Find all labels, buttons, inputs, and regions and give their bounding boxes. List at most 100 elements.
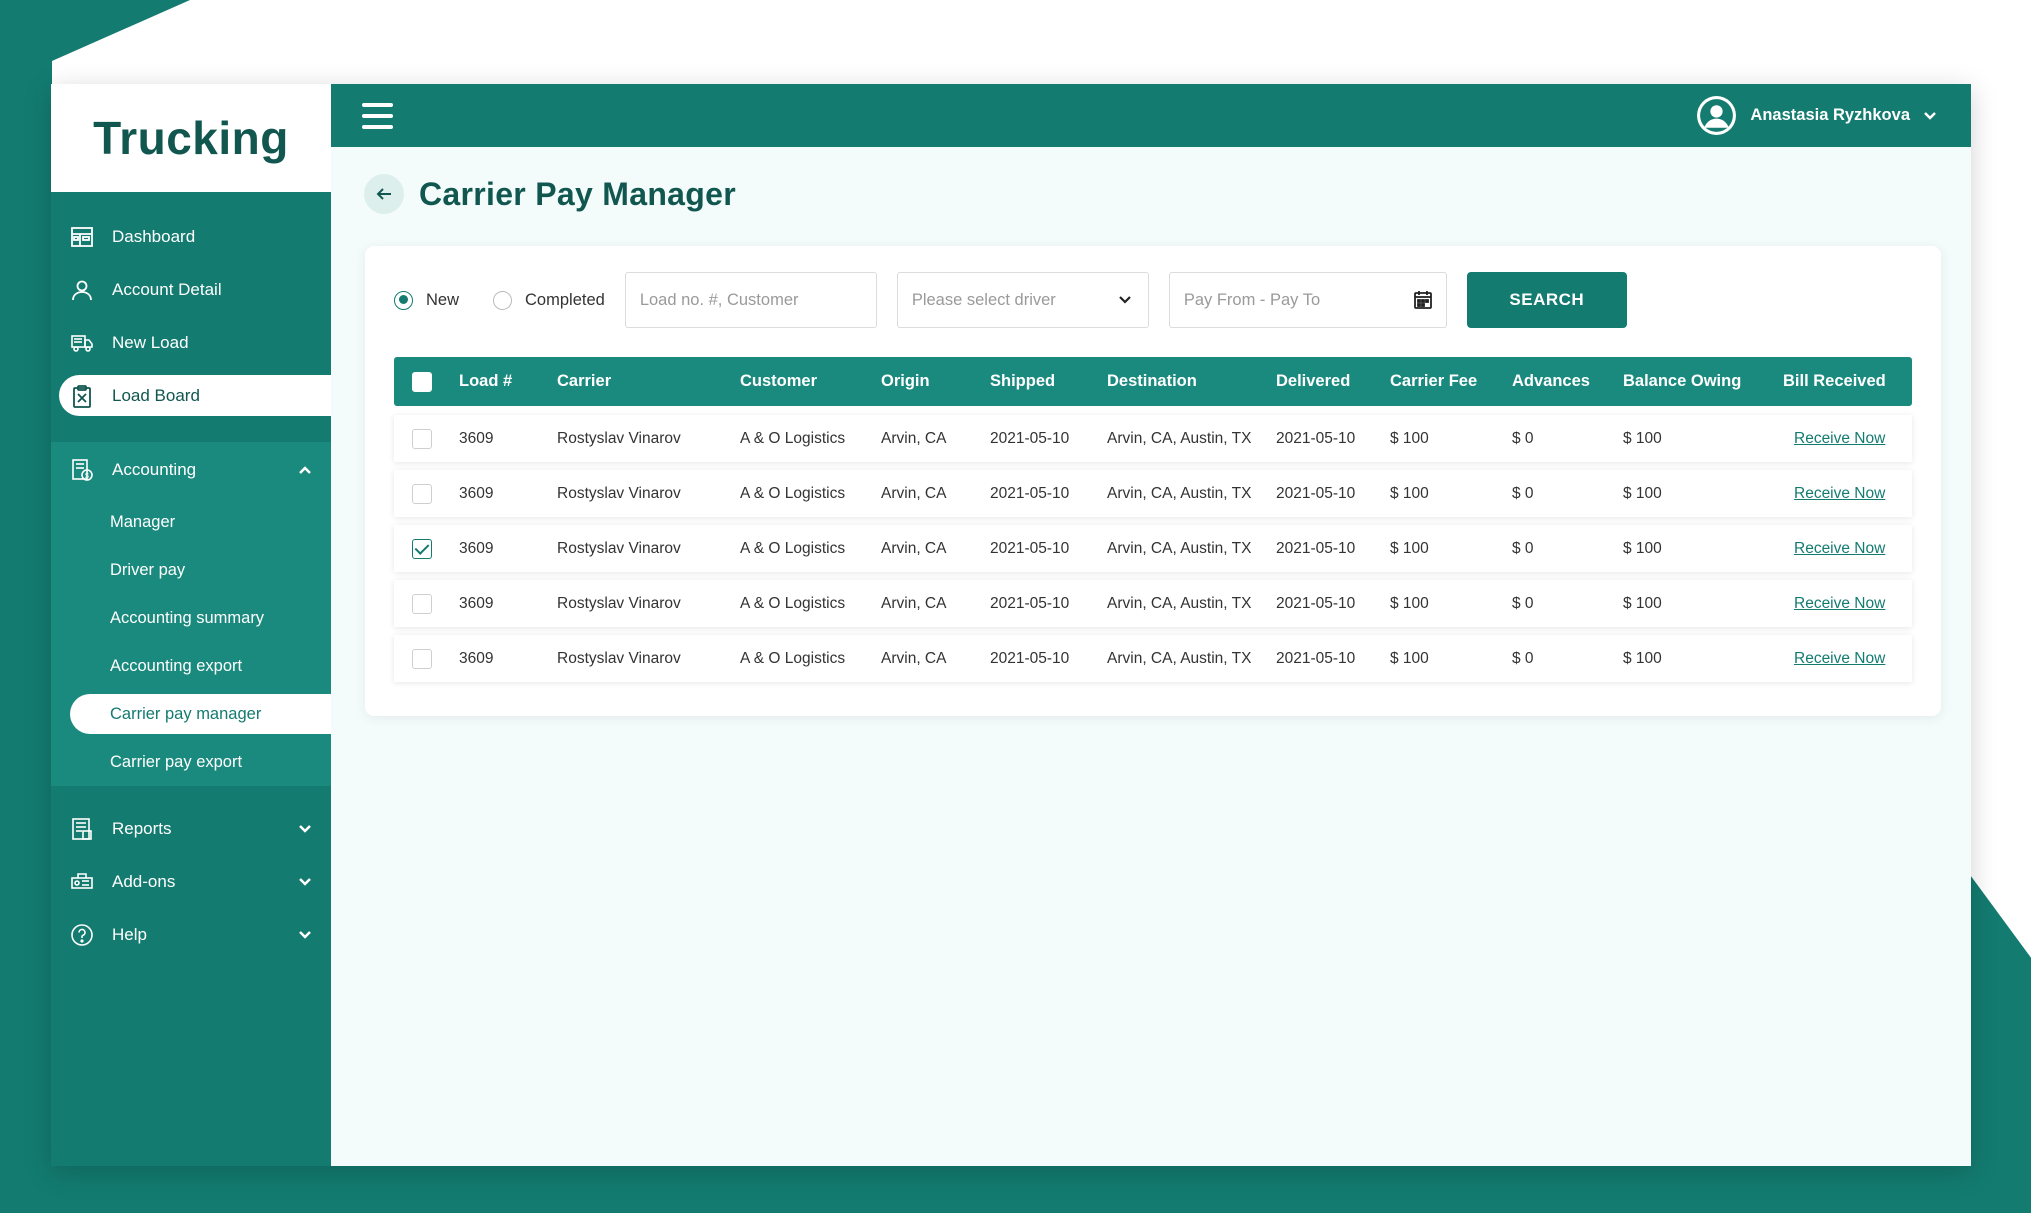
chevron-up-icon[interactable] <box>297 462 313 478</box>
column-header[interactable]: Bill Received <box>1783 372 1886 391</box>
sidebar-item-label: New Load <box>112 332 189 352</box>
content-card: New Completed Load no. #, Customer Pleas… <box>365 246 1941 716</box>
sidebar-item-help[interactable]: Help <box>51 908 331 961</box>
sidebar-item-label: Load Board <box>112 385 200 405</box>
customer-cell: A & O Logistics <box>740 539 846 557</box>
shipped-cell: 2021-05-10 <box>990 594 1070 612</box>
row-checkbox[interactable] <box>412 483 432 504</box>
table-row[interactable]: 3609 Rostyslav Vinarov A & O Logistics Arvi… <box>394 525 1912 572</box>
page-header: Carrier Pay Manager <box>364 174 736 214</box>
sidebar: Trucking Dashboard Account Detail New Lo… <box>51 84 331 1166</box>
receive-now-link[interactable]: Receive Now <box>1794 595 1885 613</box>
sidebar-subitem-accounting-summary[interactable]: Accounting summary <box>51 594 331 642</box>
table-row[interactable]: 3609 Rostyslav Vinarov A & O Logistics Arvi… <box>394 470 1912 517</box>
sidebar-subitem-manager[interactable]: Manager <box>51 498 331 546</box>
search-button[interactable]: SEARCH <box>1466 272 1627 328</box>
receive-now-link[interactable]: Receive Now <box>1794 650 1885 668</box>
logo-area: Trucking <box>51 84 331 192</box>
delivered-cell: 2021-05-10 <box>1276 594 1356 612</box>
advances-cell: $ 0 <box>1512 429 1534 447</box>
column-header[interactable]: Delivered <box>1276 372 1350 391</box>
svg-text:$: $ <box>85 473 89 480</box>
app-logo[interactable]: Trucking <box>93 111 289 165</box>
delivered-cell: 2021-05-10 <box>1276 649 1356 667</box>
load-number-cell: 3609 <box>459 649 494 667</box>
table-row[interactable]: 3609 Rostyslav Vinarov A & O Logistics Arvi… <box>394 415 1912 462</box>
background-shape-top <box>0 0 190 84</box>
balance-owing-cell: $ 100 <box>1623 649 1662 667</box>
dashboard-icon <box>69 224 95 250</box>
sidebar-item-account-detail[interactable]: Account Detail <box>51 263 331 316</box>
origin-cell: Arvin, CA <box>881 429 947 447</box>
balance-owing-cell: $ 100 <box>1623 484 1662 502</box>
radio-completed[interactable]: Completed <box>493 290 605 310</box>
calendar-icon[interactable] <box>1412 289 1434 311</box>
sidebar-item-reports[interactable]: Reports <box>51 802 331 855</box>
column-header[interactable]: Carrier <box>557 372 611 391</box>
chevron-down-icon[interactable] <box>297 927 313 943</box>
balance-owing-cell: $ 100 <box>1623 429 1662 447</box>
chevron-down-icon[interactable] <box>297 821 313 837</box>
column-header[interactable]: Carrier Fee <box>1390 372 1477 391</box>
user-menu[interactable]: Anastasia Ryzhkova <box>1696 84 1938 147</box>
clipboard-icon <box>69 383 95 409</box>
column-header[interactable]: Advances <box>1512 372 1590 391</box>
sidebar-subitem-carrier-pay-manager[interactable]: Carrier pay manager <box>70 694 331 734</box>
origin-cell: Arvin, CA <box>881 594 947 612</box>
advances-cell: $ 0 <box>1512 539 1534 557</box>
customer-cell: A & O Logistics <box>740 484 846 502</box>
row-checkbox[interactable] <box>412 648 432 669</box>
destination-cell: Arvin, CA, Austin, TX <box>1107 649 1252 667</box>
sidebar-item-new-load[interactable]: New Load <box>51 316 331 369</box>
sidebar-subitem-accounting-export[interactable]: Accounting export <box>51 642 331 690</box>
row-checkbox[interactable] <box>412 428 432 449</box>
column-header[interactable]: Destination <box>1107 372 1197 391</box>
origin-cell: Arvin, CA <box>881 539 947 557</box>
sidebar-item-accounting[interactable]: $ Accounting <box>51 442 331 498</box>
table-row[interactable]: 3609 Rostyslav Vinarov A & O Logistics Arvi… <box>394 635 1912 682</box>
receive-now-link[interactable]: Receive Now <box>1794 430 1885 448</box>
carrier-fee-cell: $ 100 <box>1390 484 1429 502</box>
table-row[interactable]: 3609 Rostyslav Vinarov A & O Logistics Arvi… <box>394 580 1912 627</box>
back-button[interactable] <box>364 174 404 214</box>
carrier-fee-cell: $ 100 <box>1390 594 1429 612</box>
sidebar-subitem-carrier-pay-export[interactable]: Carrier pay export <box>51 738 331 786</box>
load-number-cell: 3609 <box>459 539 494 557</box>
sidebar-item-label: Reports <box>112 818 172 838</box>
radio-new[interactable]: New <box>394 290 459 310</box>
row-checkbox[interactable] <box>412 538 432 559</box>
receive-now-link[interactable]: Receive Now <box>1794 485 1885 503</box>
column-header[interactable]: Shipped <box>990 372 1055 391</box>
customer-cell: A & O Logistics <box>740 429 846 447</box>
sidebar-subitem-driver-pay[interactable]: Driver pay <box>51 546 331 594</box>
row-checkbox[interactable] <box>412 593 432 614</box>
search-input[interactable]: Load no. #, Customer <box>624 272 877 328</box>
destination-cell: Arvin, CA, Austin, TX <box>1107 539 1252 557</box>
sidebar-item-load-board[interactable]: Load Board <box>59 375 331 416</box>
column-header[interactable]: Origin <box>881 372 930 391</box>
sidebar-item-add-ons[interactable]: Add-ons <box>51 855 331 908</box>
date-range-input[interactable]: Pay From - Pay To <box>1168 272 1447 328</box>
radio-indicator[interactable] <box>394 290 413 310</box>
app-window: Trucking Dashboard Account Detail New Lo… <box>51 84 1971 1166</box>
driver-select[interactable]: Please select driver <box>896 272 1149 328</box>
column-header[interactable]: Balance Owing <box>1623 372 1741 391</box>
accounting-icon: $ <box>69 457 95 483</box>
select-all-checkbox[interactable] <box>412 371 432 392</box>
shipped-cell: 2021-05-10 <box>990 429 1070 447</box>
chevron-down-icon[interactable] <box>297 874 313 890</box>
background-shape-left <box>0 0 52 1213</box>
menu-icon[interactable] <box>362 102 393 129</box>
radio-indicator[interactable] <box>493 290 513 310</box>
sidebar-item-label: Add-ons <box>112 871 176 891</box>
destination-cell: Arvin, CA, Austin, TX <box>1107 594 1252 612</box>
destination-cell: Arvin, CA, Austin, TX <box>1107 484 1252 502</box>
column-header[interactable]: Load # <box>459 372 512 391</box>
column-header[interactable]: Customer <box>740 372 817 391</box>
load-number-cell: 3609 <box>459 429 494 447</box>
accounting-group: $ Accounting Manager Driver pay Accounti… <box>51 442 331 786</box>
advances-cell: $ 0 <box>1512 649 1534 667</box>
sidebar-item-dashboard[interactable]: Dashboard <box>51 210 331 263</box>
receive-now-link[interactable]: Receive Now <box>1794 540 1885 558</box>
delivered-cell: 2021-05-10 <box>1276 539 1356 557</box>
